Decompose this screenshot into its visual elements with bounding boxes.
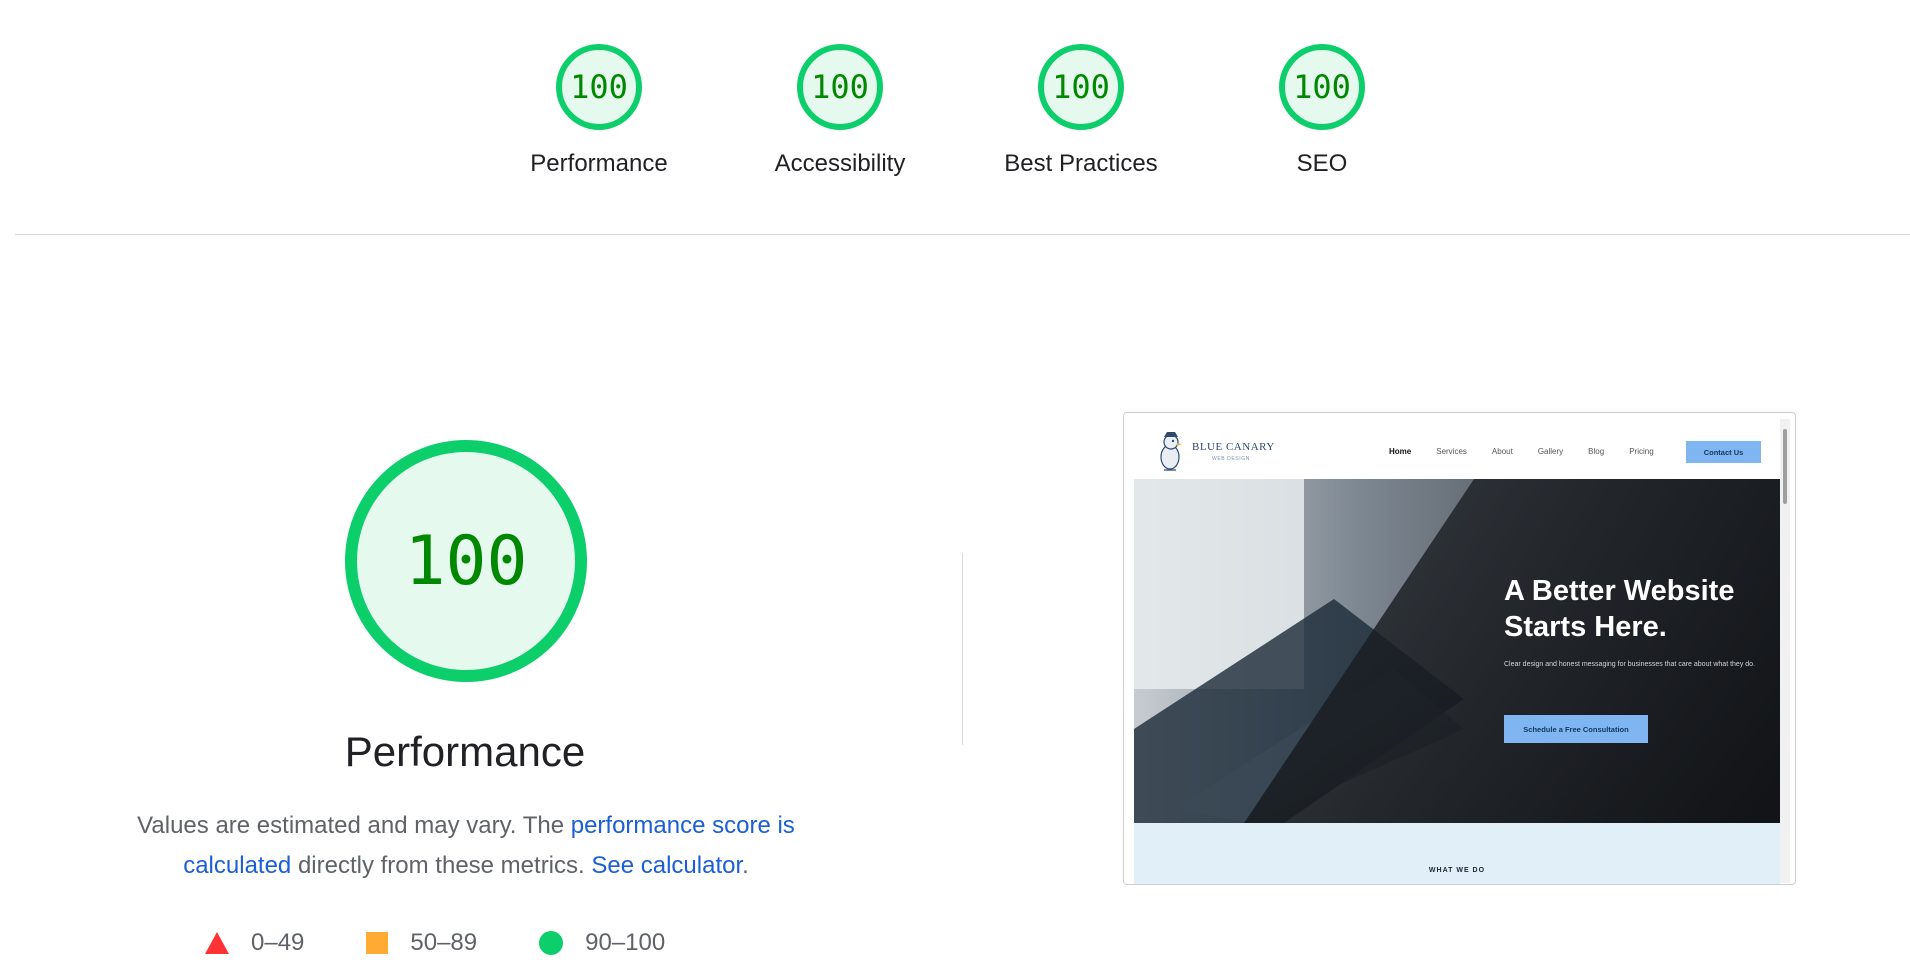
nav-home[interactable]: Home bbox=[1389, 447, 1411, 456]
legend-range: 90–100 bbox=[585, 929, 666, 956]
screenshot-scrollbar[interactable] bbox=[1780, 419, 1790, 883]
category-gauges: 100 Performance 100 Accessibility 100 Be… bbox=[0, 0, 1910, 235]
nav-pricing[interactable]: Pricing bbox=[1629, 447, 1653, 456]
score-legend: 0–49 50–89 90–100 bbox=[205, 925, 727, 961]
score-ring: 100 bbox=[556, 44, 642, 130]
performance-score-gauge: 100 bbox=[345, 440, 587, 682]
contact-button[interactable]: Contact Us bbox=[1686, 441, 1761, 463]
logo-text: BLUE CANARY bbox=[1192, 441, 1275, 453]
gauge-label: Best Practices bbox=[1004, 150, 1158, 177]
score-ring: 100 bbox=[1279, 44, 1365, 130]
performance-description: Values are estimated and may vary. The p… bbox=[90, 806, 842, 886]
site-header: BLUE CANARY WEB DESIGN Home Services Abo… bbox=[1134, 419, 1780, 479]
hero-background-image bbox=[1134, 479, 1780, 823]
average-square-icon bbox=[366, 932, 389, 954]
legend-average: 50–89 bbox=[366, 929, 477, 957]
hero-subtext: Clear design and honest messaging for bu… bbox=[1504, 661, 1755, 668]
logo-subtext: WEB DESIGN bbox=[1212, 456, 1250, 462]
hero-line-2: Starts Here. bbox=[1504, 611, 1667, 643]
nav-about[interactable]: About bbox=[1492, 447, 1513, 456]
performance-score-value: 100 bbox=[404, 521, 528, 601]
legend-pass: 90–100 bbox=[539, 929, 665, 957]
gauge-accessibility[interactable]: 100 Accessibility bbox=[740, 44, 940, 178]
final-screenshot[interactable]: BLUE CANARY WEB DESIGN Home Services Abo… bbox=[1123, 412, 1796, 885]
see-calculator-link[interactable]: See calculator bbox=[591, 852, 742, 879]
hero-line-1: A Better Website bbox=[1504, 575, 1735, 607]
vertical-separator bbox=[962, 553, 963, 745]
score-value: 100 bbox=[1052, 68, 1110, 106]
score-ring: 100 bbox=[797, 44, 883, 130]
nav-blog[interactable]: Blog bbox=[1588, 447, 1604, 456]
section-divider bbox=[15, 234, 1910, 235]
schedule-consultation-button[interactable]: Schedule a Free Consultation bbox=[1504, 715, 1648, 743]
fail-triangle-icon bbox=[205, 932, 229, 954]
legend-range: 0–49 bbox=[251, 929, 305, 956]
nav-services[interactable]: Services bbox=[1436, 447, 1467, 456]
gauge-label: Accessibility bbox=[774, 150, 906, 177]
legend-fail: 0–49 bbox=[205, 929, 304, 957]
hero-headline: A Better Website Starts Here. bbox=[1504, 573, 1774, 645]
what-we-do-section: WHAT WE DO bbox=[1134, 823, 1780, 884]
site-nav: Home Services About Gallery Blog Pricing bbox=[1389, 447, 1679, 456]
gauge-label: Performance bbox=[530, 150, 668, 177]
pass-circle-icon bbox=[539, 931, 564, 955]
gauge-label: SEO bbox=[1296, 150, 1348, 177]
performance-title: Performance bbox=[344, 728, 586, 775]
nav-gallery[interactable]: Gallery bbox=[1538, 447, 1563, 456]
gauge-performance[interactable]: 100 Performance bbox=[499, 44, 699, 178]
score-ring: 100 bbox=[1038, 44, 1124, 130]
gauge-best-practices[interactable]: 100 Best Practices bbox=[981, 44, 1181, 178]
hero-section: A Better Website Starts Here. Clear desi… bbox=[1134, 479, 1780, 823]
desc-text: . bbox=[742, 852, 749, 879]
score-value: 100 bbox=[1293, 68, 1351, 106]
scroll-thumb[interactable] bbox=[1783, 429, 1787, 504]
score-value: 100 bbox=[811, 68, 869, 106]
section-label: WHAT WE DO bbox=[1428, 867, 1486, 874]
legend-range: 50–89 bbox=[410, 929, 478, 956]
gauge-seo[interactable]: 100 SEO bbox=[1222, 44, 1422, 178]
desc-text: directly from these metrics. bbox=[291, 852, 592, 879]
score-value: 100 bbox=[570, 68, 628, 106]
desc-text: Values are estimated and may vary. The bbox=[137, 812, 571, 839]
canary-logo-icon bbox=[1160, 432, 1182, 471]
